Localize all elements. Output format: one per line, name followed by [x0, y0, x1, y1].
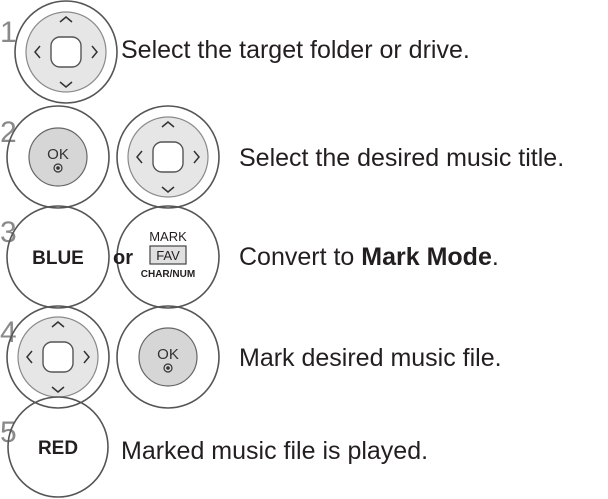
- blue-label: BLUE: [32, 248, 84, 269]
- step-3-text: Convert to Mark Mode.: [239, 243, 499, 271]
- red-button: RED: [7, 396, 109, 498]
- step-5-text: Marked music file is played.: [121, 437, 429, 465]
- or-label: or: [113, 247, 133, 269]
- nav-and-ok-buttons: OK: [6, 305, 220, 409]
- ok-label: OK: [157, 346, 179, 363]
- nav-wheel-button: [14, 0, 118, 104]
- step-1-text: Select the target folder or drive.: [121, 36, 470, 64]
- mark-label: MARK: [149, 229, 187, 244]
- ok-label: OK: [47, 146, 69, 163]
- fav-label: FAV: [156, 248, 180, 263]
- ok-and-nav-buttons: OK: [6, 105, 220, 209]
- charnum-label: CHAR/NUM: [141, 269, 195, 280]
- step-4-text: Mark desired music file.: [239, 344, 502, 372]
- red-label: RED: [38, 438, 78, 459]
- step-2-text: Select the desired music title.: [239, 144, 565, 172]
